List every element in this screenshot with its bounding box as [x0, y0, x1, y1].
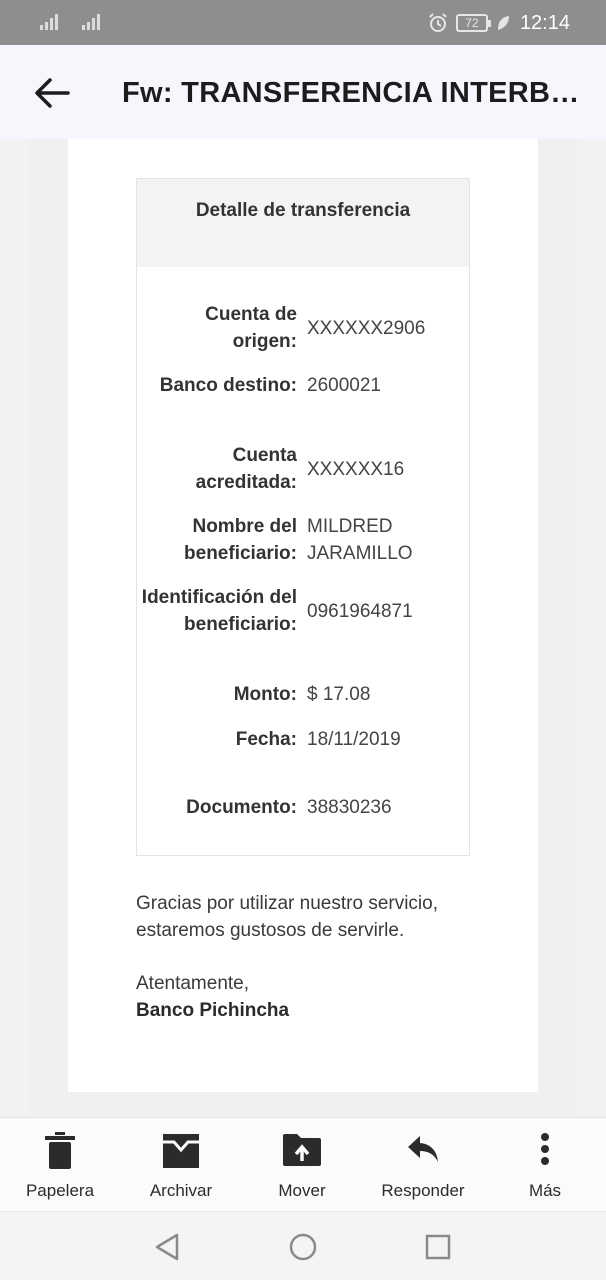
- signal-icon: [40, 12, 62, 30]
- transfer-detail-heading: Detalle de transferencia: [137, 179, 469, 267]
- alarm-icon: [429, 13, 447, 32]
- archive-icon: [163, 1134, 199, 1168]
- nav-recents-icon[interactable]: [423, 1232, 453, 1262]
- detail-label: Fecha:: [235, 729, 297, 750]
- detail-label: Documento:: [186, 797, 297, 818]
- detail-label: Cuenta acreditada:: [195, 445, 297, 493]
- system-navigation-bar: [0, 1211, 606, 1280]
- transfer-detail-table: Detalle de transferencia Cuenta de orige…: [136, 178, 470, 856]
- detail-label: Identificación del beneficiario:: [141, 587, 297, 635]
- detail-value: 38830236: [307, 797, 392, 818]
- email-subject: Fw: TRANSFERENCIA INTERBA...: [122, 77, 582, 109]
- detail-value: XXXXXX2906: [307, 317, 426, 339]
- detail-label: Cuenta de origen:: [205, 304, 297, 352]
- detail-label: Banco destino:: [159, 375, 297, 396]
- leaf-icon: [497, 16, 509, 30]
- status-indicators: 72 12:14: [428, 10, 570, 36]
- detail-label: Nombre del beneficiario:: [184, 516, 297, 564]
- battery-icon: 72: [455, 14, 491, 32]
- more-label: Más: [528, 1181, 562, 1200]
- move-button[interactable]: Mover: [242, 1118, 362, 1212]
- trash-icon: [45, 1132, 75, 1169]
- app-bar: Fw: TRANSFERENCIA INTERBA...: [0, 45, 606, 139]
- detail-label: Monto:: [233, 684, 297, 705]
- reply-label: Responder: [381, 1181, 465, 1200]
- detail-value: $ 17.08: [307, 684, 371, 705]
- clock: 12:14: [519, 11, 570, 34]
- more-button[interactable]: Más: [485, 1118, 605, 1212]
- detail-value: 18/11/2019: [307, 729, 401, 750]
- detail-row: Identificación del beneficiario: 0961964…: [137, 584, 469, 638]
- detail-row: Documento: 38830236: [137, 794, 469, 821]
- reply-icon: [408, 1136, 438, 1162]
- detail-row: Nombre del beneficiario: MILDRED JARAMIL…: [137, 513, 469, 567]
- reply-button[interactable]: Responder: [363, 1118, 483, 1212]
- closing-message: Gracias por utilizar nuestro servicio, e…: [136, 893, 438, 941]
- email-action-toolbar: Papelera Archivar Mover Responder Más: [0, 1117, 606, 1211]
- closing-salutation: Atentamente,: [136, 973, 250, 994]
- move-folder-icon: [283, 1134, 321, 1166]
- back-arrow-icon[interactable]: [32, 73, 72, 113]
- signal-icon: [82, 12, 104, 30]
- nav-home-icon[interactable]: [288, 1232, 318, 1262]
- detail-value: XXXXXX16: [307, 458, 405, 480]
- detail-value: 0961964871: [307, 600, 413, 622]
- detail-value: MILDRED JARAMILLO: [307, 516, 413, 564]
- trash-button[interactable]: Papelera: [0, 1118, 120, 1212]
- status-bar: 72 12:14: [0, 0, 606, 45]
- more-vert-icon: [541, 1133, 549, 1165]
- detail-row: Cuenta acreditada: XXXXXX16: [137, 442, 469, 496]
- move-label: Mover: [278, 1181, 326, 1200]
- archive-label: Archivar: [149, 1181, 213, 1200]
- trash-label: Papelera: [25, 1181, 95, 1200]
- detail-row: Fecha: 18/11/2019: [137, 726, 469, 753]
- battery-level: 72: [465, 16, 479, 30]
- sender-signature: Banco Pichincha: [136, 1000, 290, 1021]
- detail-row: Monto: $ 17.08: [137, 681, 469, 708]
- detail-row: Banco destino: 2600021: [137, 372, 469, 399]
- detail-value: 2600021: [307, 375, 381, 396]
- archive-button[interactable]: Archivar: [121, 1118, 241, 1212]
- detail-row: Cuenta de origen: XXXXXX2906: [137, 301, 469, 355]
- nav-back-icon[interactable]: [153, 1232, 183, 1262]
